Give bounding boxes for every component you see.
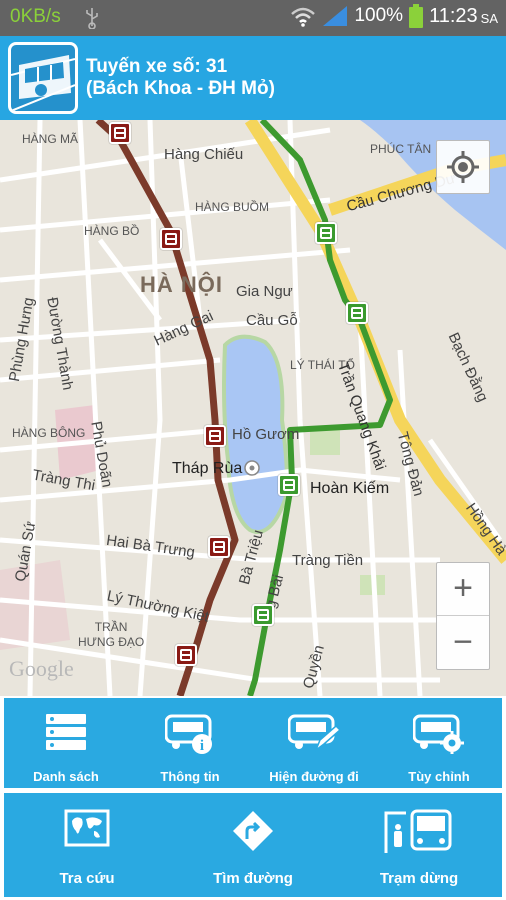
bus-edit-icon — [288, 714, 340, 753]
network-speed: 0KB/s — [10, 6, 61, 27]
list-button[interactable]: Danh sách — [4, 698, 128, 788]
status-bar: 0KB/s 100% 11:23 SA — [0, 0, 506, 36]
map-label: TRẦN HƯNG ĐẠO — [78, 620, 145, 649]
lookup-button[interactable]: Tra cứu — [4, 793, 170, 897]
wifi-icon — [291, 7, 316, 27]
route-number: Tuyến xe số: 31 — [86, 56, 228, 77]
clock-ampm: SA — [480, 11, 498, 26]
route-toolbar: Danh sách i Thông tin Hiện đường đi Tùy … — [4, 698, 502, 788]
map-label: Gia Ngư — [236, 283, 293, 300]
map-label: HÀNG MÃ — [22, 132, 79, 146]
map-label: Tràng Tiền — [292, 552, 364, 569]
find-route-button[interactable]: Tìm đường — [170, 793, 336, 897]
usb-icon — [86, 8, 98, 29]
world-map-icon — [64, 809, 110, 847]
my-location-button[interactable] — [436, 140, 490, 194]
info-button[interactable]: i Thông tin — [128, 698, 252, 788]
app-header: Tuyến xe số: 31 (Bách Khoa - ĐH Mỏ) — [0, 36, 506, 120]
app-root: 0KB/s 100% 11:23 SA Tuyến xe số: 31 (Bác… — [0, 0, 506, 900]
main-navigation: Tra cứu Tìm đường Trạm dừng — [4, 793, 502, 897]
map-label: HÀNG BUỒM — [195, 200, 270, 214]
svg-text:i: i — [200, 738, 204, 754]
settings-button[interactable]: Tùy chỉnh — [376, 698, 502, 788]
list-icon — [46, 714, 86, 750]
battery-icon — [409, 4, 424, 28]
settings-button-label: Tùy chỉnh — [408, 769, 470, 784]
bus-settings-icon — [413, 714, 464, 754]
bus-stop-icon — [384, 809, 452, 853]
show-route-button[interactable]: Hiện đường đi — [252, 698, 376, 788]
bus-stops-button-label: Trạm dừng — [379, 870, 459, 887]
route-title: Tuyến xe số: 31 (Bách Khoa - ĐH Mỏ) — [86, 56, 275, 100]
map-label: Hàng Chiếu — [164, 146, 244, 163]
zoom-controls: + − — [436, 562, 490, 670]
bus-stop-marker-return[interactable] — [346, 302, 368, 324]
map-label: Hồ Gươm — [232, 426, 300, 443]
zoom-out-button[interactable]: − — [437, 617, 489, 670]
info-button-label: Thông tin — [160, 769, 220, 784]
lookup-button-label: Tra cứu — [59, 870, 115, 887]
google-logo: Google — [9, 656, 74, 681]
route-name: (Bách Khoa - ĐH Mỏ) — [86, 78, 275, 99]
map-label: HÀNG BÔNG — [12, 426, 86, 440]
clock: 11:23 — [429, 4, 478, 27]
find-route-button-label: Tìm đường — [213, 870, 293, 887]
bus-stops-button[interactable]: Trạm dừng — [336, 793, 502, 897]
map-label: PHÚC TÂN — [370, 142, 432, 156]
directions-icon — [233, 811, 273, 851]
bus-info-icon: i — [165, 714, 212, 754]
route-map[interactable]: HÀNG MÃ Hàng Chiếu PHÚC TÂN Cầu Chương D… — [0, 120, 506, 696]
map-label: Tháp Rùa — [172, 460, 243, 477]
map-label-city: HÀ NỘI — [140, 272, 223, 297]
show-route-button-label: Hiện đường đi — [269, 769, 359, 784]
map-label: Hoàn Kiếm — [310, 480, 390, 497]
crosshair-icon — [447, 151, 479, 183]
bus-stop-marker-outbound[interactable] — [204, 425, 226, 447]
tram-icon[interactable] — [8, 42, 78, 114]
bus-stop-marker-return[interactable] — [278, 474, 300, 496]
map-label: HÀNG BỒ — [84, 224, 140, 238]
bus-stop-marker-return[interactable] — [315, 222, 337, 244]
bus-stop-marker-outbound[interactable] — [160, 228, 182, 250]
signal-icon — [323, 6, 348, 26]
bus-stop-marker-outbound[interactable] — [175, 644, 197, 666]
bus-stop-marker-outbound[interactable] — [109, 122, 131, 144]
map-label: Cầu Gỗ — [246, 312, 298, 329]
battery-percent: 100% — [354, 5, 404, 26]
status-right: 100% 11:23 SA — [290, 4, 498, 28]
list-button-label: Danh sách — [33, 769, 99, 784]
bus-stop-marker-return[interactable] — [252, 604, 274, 626]
bus-stop-marker-outbound[interactable] — [208, 536, 230, 558]
zoom-in-button[interactable]: + — [437, 563, 489, 616]
